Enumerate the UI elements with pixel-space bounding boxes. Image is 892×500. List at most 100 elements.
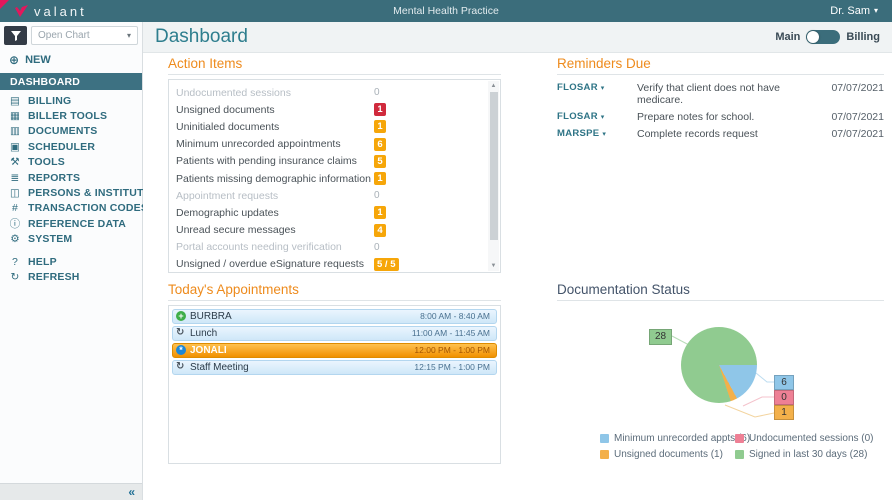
practice-name: Mental Health Practice [0, 5, 892, 17]
reminder-row[interactable]: MARSPE ▾Complete records request07/07/20… [557, 125, 884, 142]
sidebar-item-biller-tools[interactable]: ▦BILLER TOOLS [0, 108, 142, 123]
sidebar-item-reference-data[interactable]: ⓘREFERENCE DATA [0, 216, 142, 231]
sidebar-item-scheduler[interactable]: ▣SCHEDULER [0, 139, 142, 154]
action-item-label: Patients with pending insurance claims [176, 155, 374, 167]
reminders-list: FLOSAR ▾Verify that client does not have… [557, 79, 884, 142]
action-item-row[interactable]: Demographic updates1 [176, 204, 484, 221]
topbar: valant Mental Health Practice Dr. Sam ▾ [0, 0, 892, 22]
appointment-row[interactable]: +BURBRA8:00 AM - 8:40 AM [172, 309, 497, 324]
sidebar-item-label: REPORTS [28, 172, 80, 184]
legend-label: Signed in last 30 days (28) [749, 449, 867, 460]
sidebar-item-persons-institutions[interactable]: ◫PERSONS & INSTITUTIONS [0, 185, 142, 200]
corner-ribbon [0, 0, 9, 9]
appointment-icon-wrap: ↻ [176, 328, 190, 338]
open-chart-placeholder: Open Chart [38, 30, 90, 41]
legend-swatch [600, 434, 609, 443]
reminder-patient-menu[interactable]: FLOSAR ▾ [557, 82, 637, 93]
action-item-count: 0 [374, 190, 380, 201]
action-item-row[interactable]: Unread secure messages4 [176, 222, 484, 239]
action-item-badge: 1 [374, 103, 386, 116]
documentation-pie-chart: 28 6 0 1 Minimum unrecorded appts (6) Un… [557, 305, 884, 473]
sidebar-item-label: DASHBOARD [10, 76, 80, 88]
action-items-scrollbar[interactable]: ▲ ▼ [488, 81, 499, 271]
sidebar-item-dashboard[interactable]: DASHBOARD [0, 73, 142, 90]
chevron-down-icon: ▾ [127, 32, 131, 40]
action-item-badge: 1 [374, 120, 386, 133]
biller-tools-icon: ▦ [9, 110, 21, 122]
action-items-title: Action Items [168, 56, 501, 75]
action-items-box: Undocumented sessions0Unsigned documents… [168, 79, 501, 273]
sidebar-item-label: DOCUMENTS [28, 125, 97, 137]
action-item-row[interactable]: Patients with pending insurance claims5 [176, 153, 484, 170]
sidebar-item-documents[interactable]: ▥DOCUMENTS [0, 124, 142, 139]
action-item-badge: 5 [374, 155, 386, 168]
sidebar-item-system[interactable]: ⚙SYSTEM [0, 232, 142, 247]
sidebar-footer-nav: ?HELP↻REFRESH [0, 254, 142, 285]
sidebar-item-tools[interactable]: ⚒TOOLS [0, 155, 142, 170]
reminder-text: Verify that client does not have medicar… [637, 82, 820, 106]
appointment-name: JONALI [190, 345, 227, 356]
persons-institutions-icon: ◫ [9, 187, 21, 199]
appointment-row[interactable]: *JONALI12:00 PM - 1:00 PM [172, 343, 497, 358]
appointment-row[interactable]: ↻Staff Meeting12:15 PM - 1:00 PM [172, 360, 497, 375]
plus-circle-icon: ⊕ [9, 54, 19, 66]
sidebar-item-refresh[interactable]: ↻REFRESH [0, 269, 142, 284]
sidebar-item-transaction-codes[interactable]: #TRANSACTION CODES [0, 201, 142, 216]
main-area: Dashboard Main Billing Action Items Undo… [143, 22, 892, 500]
action-item-row[interactable]: Undocumented sessions0 [176, 84, 484, 101]
recurring-icon: ↻ [176, 328, 184, 338]
appointment-time: 12:00 PM - 1:00 PM [414, 345, 490, 355]
open-chart-combobox[interactable]: Open Chart ▾ [31, 26, 138, 45]
chevron-down-icon: ▾ [602, 131, 606, 138]
main-billing-switch[interactable] [806, 30, 840, 44]
appointment-row[interactable]: ↻Lunch11:00 AM - 11:45 AM [172, 326, 497, 341]
action-item-label: Demographic updates [176, 207, 374, 219]
action-item-row[interactable]: Patients missing demographic information… [176, 170, 484, 187]
action-item-row[interactable]: Unsigned documents1 [176, 101, 484, 118]
sidebar-item-reports[interactable]: ≣REPORTS [0, 170, 142, 185]
sidebar-collapse[interactable]: « [0, 483, 142, 500]
reminder-text: Complete records request [637, 128, 820, 140]
action-item-label: Uninitialed documents [176, 121, 374, 133]
reminder-row[interactable]: FLOSAR ▾Prepare notes for school.07/07/2… [557, 108, 884, 125]
plus-circle-icon: + [176, 311, 186, 321]
user-menu[interactable]: Dr. Sam ▾ [830, 5, 892, 17]
reminders-section: Reminders Due FLOSAR ▾Verify that client… [557, 56, 884, 142]
reminder-patient-menu[interactable]: MARSPE ▾ [557, 128, 637, 139]
action-item-row[interactable]: Uninitialed documents1 [176, 118, 484, 135]
toggle-label-main: Main [775, 31, 800, 43]
toggle-label-billing: Billing [846, 31, 880, 43]
action-item-badge: 1 [374, 172, 386, 185]
sidebar-item-help[interactable]: ?HELP [0, 254, 142, 269]
scroll-down-icon[interactable]: ▼ [488, 261, 499, 271]
scroll-up-icon[interactable]: ▲ [488, 81, 499, 91]
action-item-badge: 1 [374, 206, 386, 219]
callout-signed: 28 [649, 329, 672, 345]
scrollbar-thumb[interactable] [490, 92, 498, 240]
legend-swatch [735, 450, 744, 459]
callout-unrecorded: 6 [774, 375, 794, 390]
action-item-label: Patients missing demographic information [176, 173, 374, 185]
reminder-row[interactable]: FLOSAR ▾Verify that client does not have… [557, 79, 884, 108]
documentation-status-title: Documentation Status [557, 282, 884, 301]
action-item-row[interactable]: Minimum unrecorded appointments6 [176, 136, 484, 153]
appointment-time: 12:15 PM - 1:00 PM [414, 362, 490, 372]
action-item-row[interactable]: Appointment requests0 [176, 187, 484, 204]
action-item-row[interactable]: Unsigned / overdue eSignature requests5 … [176, 256, 484, 273]
action-item-count: 0 [374, 242, 380, 253]
filter-button[interactable] [4, 26, 27, 45]
callout-undocumented: 0 [774, 390, 794, 405]
appointment-name: Staff Meeting [190, 362, 249, 373]
action-item-row[interactable]: Portal accounts needing verification0 [176, 239, 484, 256]
scheduler-icon: ▣ [9, 141, 21, 153]
sidebar-nav: DASHBOARD ▤BILLING▦BILLER TOOLS▥DOCUMENTS… [0, 72, 142, 247]
collapse-chevron-icon: « [128, 485, 135, 499]
sidebar-item-new[interactable]: ⊕ NEW [0, 50, 142, 72]
appointments-title: Today's Appointments [168, 282, 501, 301]
chevron-down-icon: ▾ [601, 85, 605, 92]
sidebar-item-billing[interactable]: ▤BILLING [0, 93, 142, 108]
legend-item: Unsigned documents (1) [600, 449, 723, 460]
pie[interactable] [681, 327, 757, 403]
reminder-patient-menu[interactable]: FLOSAR ▾ [557, 111, 637, 122]
legend-item: Undocumented sessions (0) [735, 433, 874, 444]
